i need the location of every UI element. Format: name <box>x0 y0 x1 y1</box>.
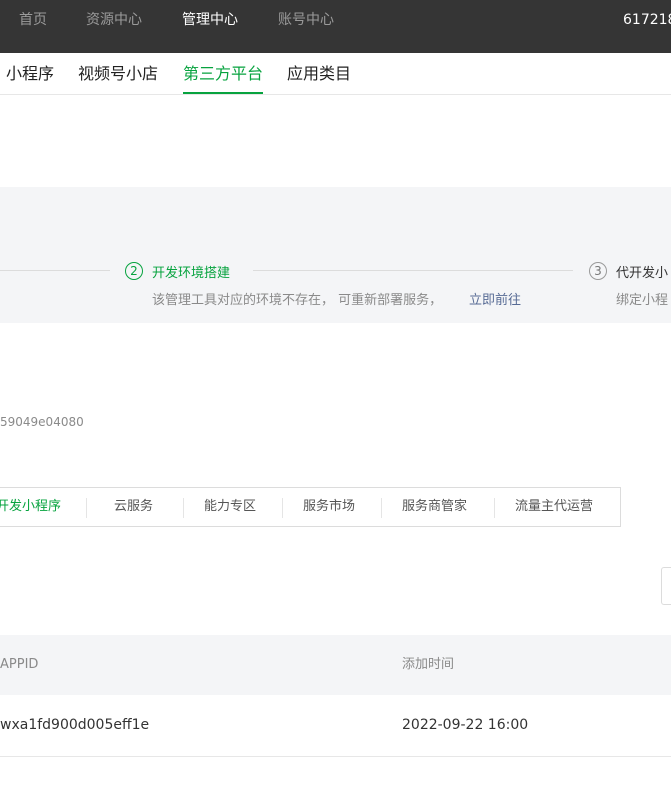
step-2-number-icon: 2 <box>125 262 143 280</box>
step-3-description: 绑定小程 <box>616 293 669 308</box>
nav-item-account-center[interactable]: 账号中心 <box>278 0 334 53</box>
step-3-number-icon: 3 <box>589 262 607 280</box>
step-connector-line <box>253 270 573 271</box>
account-id[interactable]: 617218 <box>623 0 671 53</box>
tab-divider <box>494 498 495 518</box>
nav-item-management[interactable]: 管理中心 <box>182 0 238 53</box>
cell-added-time: 2022-09-22 16:00 <box>402 717 529 733</box>
table-row: wxa1fd900d005eff1e 2022-09-22 16:00 <box>0 695 671 757</box>
tooltab-traffic-operation[interactable]: 流量主代运营 <box>515 488 593 526</box>
tab-app-category[interactable]: 应用类目 <box>287 53 351 94</box>
tab-divider <box>381 498 382 518</box>
top-nav-bar: 首页 资源中心 管理中心 账号中心 617218 <box>0 0 671 53</box>
tooltab-capability-zone[interactable]: 能力专区 <box>204 488 256 526</box>
step-3-title: 代开发小 <box>616 266 669 281</box>
tool-tabs: 开发小程序 云服务 能力专区 服务市场 服务商管家 流量主代运营 <box>0 487 621 527</box>
tab-mini-program[interactable]: 小程序 <box>6 53 54 94</box>
tooltab-develop-mini-program[interactable]: 开发小程序 <box>0 488 61 526</box>
step-2-title: 开发环境搭建 <box>152 266 231 281</box>
tab-divider <box>86 498 87 518</box>
tab-third-party-platform[interactable]: 第三方平台 <box>183 53 263 94</box>
tab-channels-shop[interactable]: 视频号小店 <box>78 53 158 94</box>
tab-divider <box>282 498 283 518</box>
cell-appid: wxa1fd900d005eff1e <box>0 717 150 733</box>
setup-steps-panel: 2 开发环境搭建 该管理工具对应的环境不存在， 可重新部署服务， 立即前往 3 … <box>0 187 671 323</box>
nav-item-resources[interactable]: 资源中心 <box>86 0 142 53</box>
table-header: APPID 添加时间 <box>0 635 671 695</box>
active-tab-indicator <box>183 92 263 94</box>
go-now-link[interactable]: 立即前往 <box>469 289 521 308</box>
tooltab-service-market[interactable]: 服务市场 <box>303 488 355 526</box>
tab-divider <box>183 498 184 518</box>
sub-nav-bar: 小程序 视频号小店 第三方平台 应用类目 <box>0 53 671 95</box>
tooltab-service-provider-manager[interactable]: 服务商管家 <box>402 488 467 526</box>
step-2-description: 该管理工具对应的环境不存在， 可重新部署服务， <box>152 293 443 308</box>
nav-item-home[interactable]: 首页 <box>19 0 47 53</box>
column-header-added-time: 添加时间 <box>402 657 455 672</box>
app-id-text: 59049e04080 <box>0 415 84 429</box>
tooltab-cloud-service[interactable]: 云服务 <box>114 488 153 526</box>
action-button-partial[interactable] <box>661 567 671 605</box>
step-connector-line <box>0 270 110 271</box>
column-header-appid: APPID <box>0 657 39 672</box>
